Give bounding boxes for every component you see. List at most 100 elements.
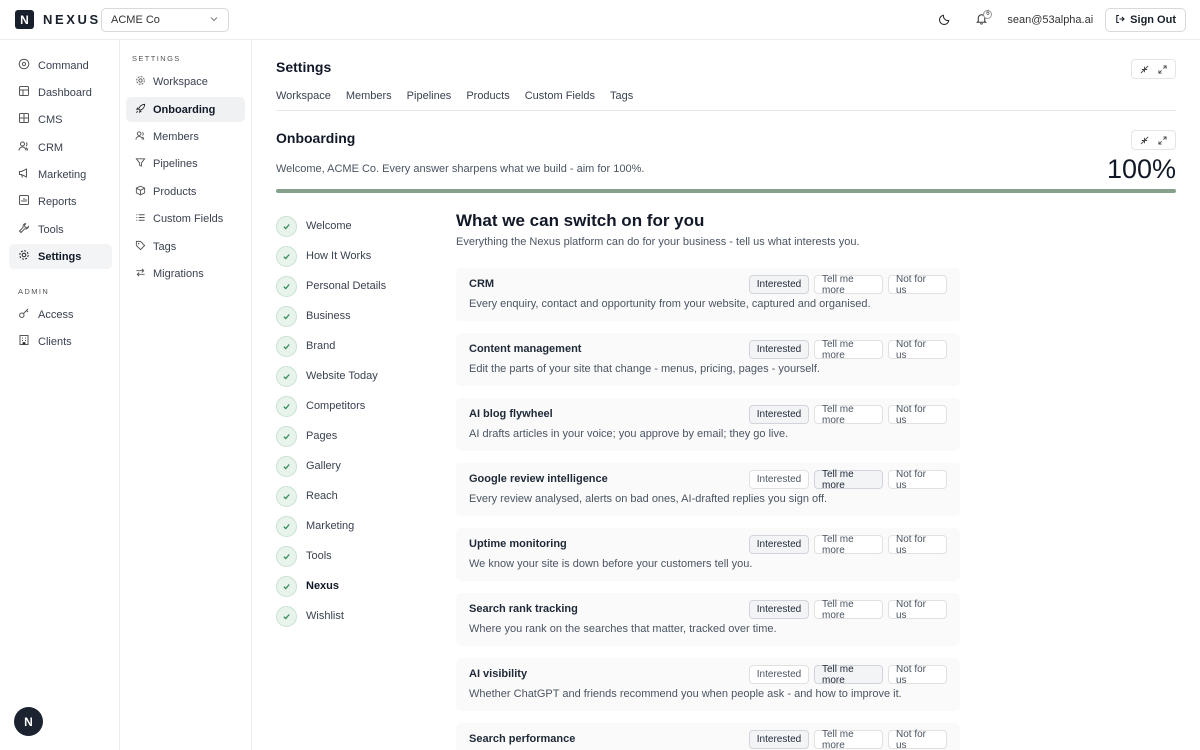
nav-item-access[interactable]: Access (9, 302, 112, 327)
onboarding-step[interactable]: Pages (276, 425, 337, 447)
gear-icon (18, 249, 30, 264)
tag-icon (135, 240, 146, 254)
notifications-button[interactable]: 6 (967, 8, 995, 32)
tell-me-more-button[interactable]: Tell me more (814, 599, 883, 621)
service-description: AI drafts articles in your voice; you ap… (469, 428, 789, 440)
logo-mark[interactable]: N (15, 10, 34, 29)
nav-label: CMS (38, 113, 63, 126)
logo-text[interactable]: NEXUS (43, 12, 101, 27)
settings-item-label: Pipelines (153, 157, 198, 170)
onboarding-step[interactable]: Nexus (276, 575, 339, 597)
interested-button[interactable]: Interested (749, 535, 809, 554)
service-description: Whether ChatGPT and friends recommend yo… (469, 688, 902, 700)
nav-item-marketing[interactable]: Marketing (9, 162, 112, 187)
migrate-icon (135, 267, 146, 281)
settings-item-tags[interactable]: Tags (126, 234, 245, 259)
key-icon (18, 307, 30, 322)
onboarding-step[interactable]: Website Today (276, 365, 378, 387)
service-card: Search rank tracking Where you rank on th… (456, 593, 960, 646)
interested-button[interactable]: Interested (749, 730, 809, 749)
onboarding-step[interactable]: Personal Details (276, 275, 386, 297)
settings-item-onboarding[interactable]: Onboarding (126, 97, 245, 122)
top-bar: N NEXUS ACME Co 6 sean@53alpha.ai Sign O… (0, 0, 1200, 40)
assistant-button[interactable]: N (14, 707, 43, 736)
tell-me-more-button[interactable]: Tell me more (814, 729, 883, 750)
workspace-select[interactable]: ACME Co (101, 8, 229, 32)
onboarding-step[interactable]: Wishlist (276, 605, 344, 627)
minimize-icon[interactable] (1140, 62, 1149, 77)
sign-out-button[interactable]: Sign Out (1105, 8, 1186, 32)
maximize-icon[interactable] (1158, 133, 1167, 148)
tab-workspace[interactable]: Workspace (276, 90, 331, 111)
tab-products[interactable]: Products (466, 90, 509, 111)
tab-tags[interactable]: Tags (610, 90, 633, 111)
tab-pipelines[interactable]: Pipelines (407, 90, 452, 111)
onboarding-step[interactable]: How It Works (276, 245, 371, 267)
nav-item-settings[interactable]: Settings (9, 244, 112, 269)
nav-item-clients[interactable]: Clients (9, 329, 112, 354)
tell-me-more-button[interactable]: Tell me more (814, 469, 883, 491)
maximize-icon[interactable] (1158, 62, 1167, 77)
theme-toggle-button[interactable] (931, 8, 959, 32)
check-icon (276, 515, 297, 537)
not-for-us-button[interactable]: Not for us (888, 404, 947, 426)
check-icon (276, 575, 297, 597)
tab-custom-fields[interactable]: Custom Fields (525, 90, 595, 111)
nav-label: Clients (38, 335, 72, 348)
service-description: Every enquiry, contact and opportunity f… (469, 298, 871, 310)
interested-button[interactable]: Interested (749, 600, 809, 619)
settings-item-members[interactable]: Members (126, 124, 245, 149)
nav-item-cms[interactable]: CMS (9, 107, 112, 132)
settings-item-custom-fields[interactable]: Custom Fields (126, 206, 245, 231)
interested-button[interactable]: Interested (749, 470, 809, 489)
onboarding-step[interactable]: Business (276, 305, 351, 327)
tab-members[interactable]: Members (346, 90, 392, 111)
nav-item-command[interactable]: Command (9, 53, 112, 78)
onboarding-step[interactable]: Welcome (276, 215, 352, 237)
nav-label: Dashboard (38, 86, 92, 99)
onboarding-step[interactable]: Competitors (276, 395, 365, 417)
nav-item-dashboard[interactable]: Dashboard (9, 80, 112, 105)
service-title: Google review intelligence (469, 473, 608, 485)
settings-item-migrations[interactable]: Migrations (126, 261, 245, 286)
tell-me-more-button[interactable]: Tell me more (814, 339, 883, 361)
tell-me-more-button[interactable]: Tell me more (814, 404, 883, 426)
interested-button[interactable]: Interested (749, 405, 809, 424)
onboarding-step[interactable]: Reach (276, 485, 338, 507)
onboarding-step[interactable]: Tools (276, 545, 332, 567)
not-for-us-button[interactable]: Not for us (888, 534, 947, 556)
tell-me-more-button[interactable]: Tell me more (814, 534, 883, 556)
step-label: Business (306, 310, 351, 322)
dashboard-icon (18, 85, 30, 100)
nav-item-tools[interactable]: Tools (9, 217, 112, 242)
service-card: Content management Edit the parts of your… (456, 333, 960, 386)
interested-button[interactable]: Interested (749, 275, 809, 294)
user-email[interactable]: sean@53alpha.ai (1007, 14, 1093, 26)
interested-button[interactable]: Interested (749, 665, 809, 684)
step-label: Gallery (306, 460, 341, 472)
nav-label: CRM (38, 141, 64, 154)
onboarding-step[interactable]: Brand (276, 335, 335, 357)
minimize-icon[interactable] (1140, 133, 1149, 148)
settings-item-pipelines[interactable]: Pipelines (126, 151, 245, 176)
service-title: Uptime monitoring (469, 538, 567, 550)
settings-item-label: Members (153, 130, 199, 143)
not-for-us-button[interactable]: Not for us (888, 729, 947, 750)
not-for-us-button[interactable]: Not for us (888, 599, 947, 621)
interested-button[interactable]: Interested (749, 340, 809, 359)
not-for-us-button[interactable]: Not for us (888, 664, 947, 686)
tell-me-more-button[interactable]: Tell me more (814, 664, 883, 686)
not-for-us-button[interactable]: Not for us (888, 274, 947, 296)
nav-item-reports[interactable]: Reports (9, 189, 112, 214)
wrench-icon (18, 222, 30, 237)
settings-item-products[interactable]: Products (126, 179, 245, 204)
settings-item-workspace[interactable]: Workspace (126, 69, 245, 94)
onboarding-step[interactable]: Gallery (276, 455, 341, 477)
tell-me-more-button[interactable]: Tell me more (814, 274, 883, 296)
service-description: We know your site is down before your cu… (469, 558, 753, 570)
onboarding-step[interactable]: Marketing (276, 515, 354, 537)
sign-out-icon (1115, 14, 1125, 27)
not-for-us-button[interactable]: Not for us (888, 469, 947, 491)
nav-item-crm[interactable]: CRM (9, 135, 112, 160)
not-for-us-button[interactable]: Not for us (888, 339, 947, 361)
